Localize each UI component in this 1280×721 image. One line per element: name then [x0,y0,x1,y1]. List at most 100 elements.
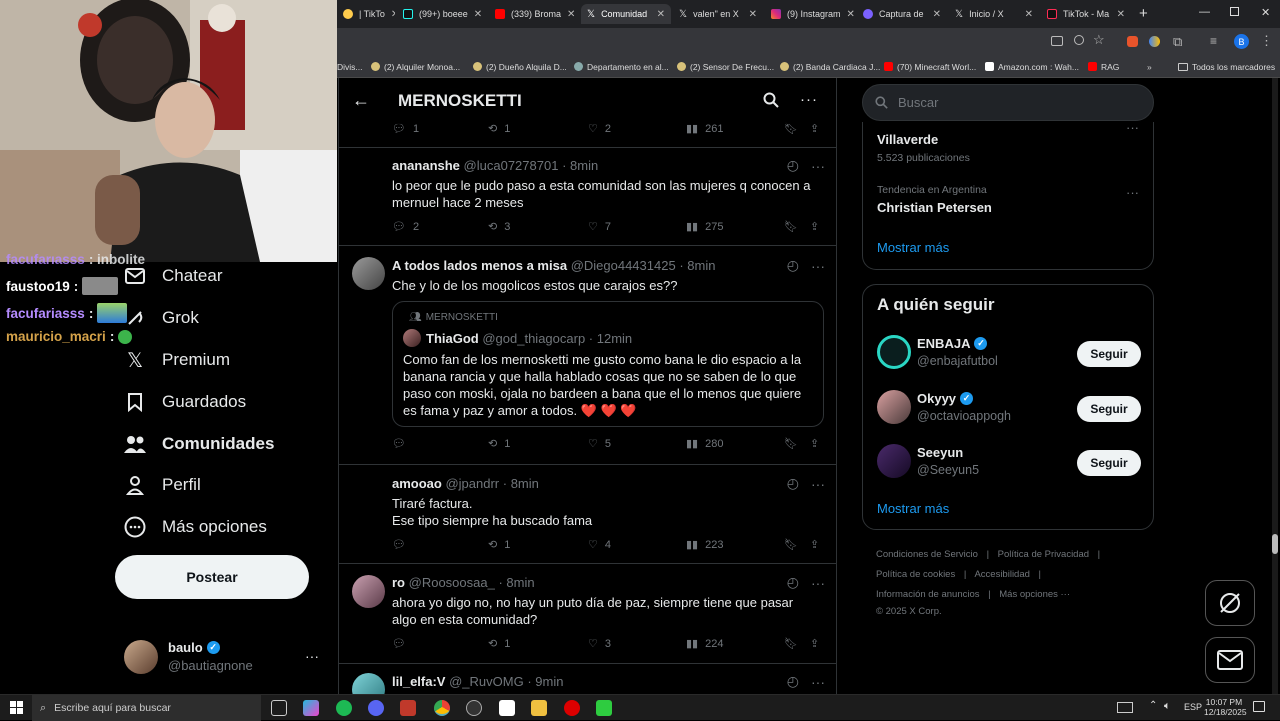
close-tab-icon[interactable]: ✕ [1025,9,1033,20]
reply-button[interactable]: 💬︎ [392,437,413,450]
like-button[interactable]: ♡ 5 [588,437,611,451]
opera-icon[interactable] [564,700,580,716]
repost-button[interactable]: ⟲ 3 [488,220,510,234]
close-tab-icon[interactable]: ✕ [749,9,757,20]
post[interactable]: anananshe @luca07278701 · 8min ◴ ··· lo p… [339,148,836,246]
grok-icon[interactable]: ◴ [787,574,799,591]
chrome-icon[interactable] [434,700,450,716]
grok-float-button[interactable] [1205,580,1255,626]
follow-name[interactable]: Seeyun [917,445,963,460]
views-stat[interactable]: ▮▮ 275 [686,220,723,234]
bookmark-item[interactable]: (2) Alquiler Monoa... [371,62,460,72]
nav-premium[interactable]: 𝕏 Premium [124,349,230,372]
capcut-icon[interactable] [499,700,515,716]
taskbar-search[interactable]: ⌕ Escribe aquí para buscar [32,695,261,721]
browser-tab[interactable]: Captura de ✕ [857,4,947,24]
browser-tab[interactable]: 𝕏 Inicio / X ✕ [949,4,1039,24]
user-avatar[interactable] [877,335,911,369]
share-button[interactable]: ⇪ [810,220,819,233]
share-button[interactable]: ⇪ [810,637,819,650]
browser-tab-active[interactable]: 𝕏 Comunidad ✕ [581,4,671,24]
address-bar[interactable]: ☆ ⧉ ≡ B ⋮ [337,28,1280,56]
reply-button[interactable]: 💬︎ [392,637,413,650]
back-arrow-icon[interactable]: ← [352,90,370,111]
extension-icon[interactable] [1149,36,1160,47]
search-box[interactable]: Buscar [862,84,1154,121]
browser-tab[interactable]: 𝕏valen" en X ✕ [673,4,763,24]
grok-icon[interactable]: ◴ [787,475,799,492]
repost-button[interactable]: ⟲ 1 [488,437,510,451]
follow-name[interactable]: ENBAJA ✓ [917,336,988,351]
user-avatar[interactable] [352,575,385,608]
minimize-icon[interactable]: — [1199,6,1210,18]
discord-icon[interactable] [368,700,384,716]
like-button[interactable]: ♡ 3 [588,637,611,651]
bookmark-item[interactable]: (2) Sensor De Frecu... [677,62,774,72]
user-avatar[interactable] [352,257,385,290]
repost-button[interactable]: ⟲ 1 [488,538,510,552]
windows-start-icon[interactable] [10,701,23,714]
volume-icon[interactable]: 🔈︎ [1164,700,1171,713]
trend-menu-icon[interactable]: ··· [1126,185,1139,200]
app-icon[interactable] [400,700,416,716]
follow-button[interactable]: Seguir [1077,450,1141,476]
reply-button[interactable]: 💬︎ 2 [392,220,419,234]
post[interactable]: amooao @jpandrr · 8min ◴ ··· Tiraré factu… [339,465,836,564]
post-button[interactable]: Postear [115,555,309,599]
star-icon[interactable]: ☆ [1093,32,1105,48]
nav-guardados[interactable]: Guardados [124,391,246,413]
bookmark-button[interactable]: 🔖︎ [784,220,798,233]
browser-tab[interactable]: | TikTo✕ [337,4,395,24]
search-icon[interactable] [763,92,779,108]
trend-item[interactable]: Villaverde 5.523 publicaciones [877,132,970,164]
user-avatar[interactable] [877,390,911,424]
close-tab-icon[interactable]: ✕ [391,9,395,20]
close-tab-icon[interactable]: ✕ [847,9,855,20]
extension-icon[interactable] [1127,36,1138,47]
follow-button[interactable]: Seguir [1077,396,1141,422]
install-app-icon[interactable] [1051,36,1063,46]
like-button[interactable]: ♡ 4 [588,538,611,552]
scrollbar-track[interactable] [1272,78,1278,694]
notifications-icon[interactable] [1253,701,1265,712]
close-tab-icon[interactable]: ✕ [567,9,575,20]
footer-link[interactable]: Política de cookies [876,569,955,580]
bookmark-item[interactable]: Departamento en al... [574,62,669,72]
browser-tab[interactable]: (9) Instagram ✕ [765,4,855,24]
grok-icon[interactable]: ◴ [787,257,799,274]
scrollbar-thumb[interactable] [1272,534,1278,554]
share-button[interactable]: ⇪ [810,437,819,450]
nav-comunidades[interactable]: Comunidades [124,433,274,455]
language-indicator[interactable]: ESP [1184,702,1202,712]
zoom-icon[interactable] [1074,35,1084,45]
nav-chatear[interactable]: Chatear [124,265,222,287]
close-tab-icon[interactable]: ✕ [1117,9,1125,20]
repost-button[interactable]: ⟲ 1 [488,637,510,651]
follow-suggestion[interactable]: ENBAJA ✓ @enbajafutbol Seguir [877,333,1141,373]
user-avatar[interactable] [352,673,385,694]
bookmark-item[interactable]: RAG [1088,62,1119,72]
show-more-follow-link[interactable]: Mostrar más [877,501,949,516]
copilot-icon[interactable] [303,700,319,716]
close-tab-icon[interactable]: ✕ [474,9,482,20]
footer-link[interactable]: Más opciones ··· [999,589,1070,600]
account-name-row[interactable]: baulo ✓ [168,640,220,655]
tray-chevron-icon[interactable]: ⌃ [1149,700,1157,711]
clock[interactable]: 10:07 PM 12/18/2025 [1204,697,1247,717]
follow-name[interactable]: Okyyy ✓ [917,391,974,406]
trend-item[interactable]: Tendencia en Argentina Christian Peterse… [877,184,992,215]
share-button[interactable]: ⇪ [810,538,819,551]
new-tab-icon[interactable]: + [1139,5,1148,22]
kick-icon[interactable] [596,700,612,716]
bookmark-item[interactable]: (2) Dueño Alquila D... [473,62,567,72]
restore-icon[interactable] [1230,7,1239,16]
extensions-puzzle-icon[interactable]: ⧉ [1173,34,1182,50]
bookmark-item[interactable]: (2) Banda Cardiaca J... [780,62,880,72]
follow-button[interactable]: Seguir [1077,341,1141,367]
spotify-icon[interactable] [336,700,352,716]
more-options-icon[interactable]: ··· [811,258,825,274]
more-options-icon[interactable]: ··· [811,674,825,690]
more-options-icon[interactable]: ··· [811,575,825,591]
browser-tab[interactable]: (99+) boeee ✕ [397,4,487,24]
post[interactable]: lil_elfa:V @_RuvOMG · 9min ◴ ··· [339,664,836,694]
